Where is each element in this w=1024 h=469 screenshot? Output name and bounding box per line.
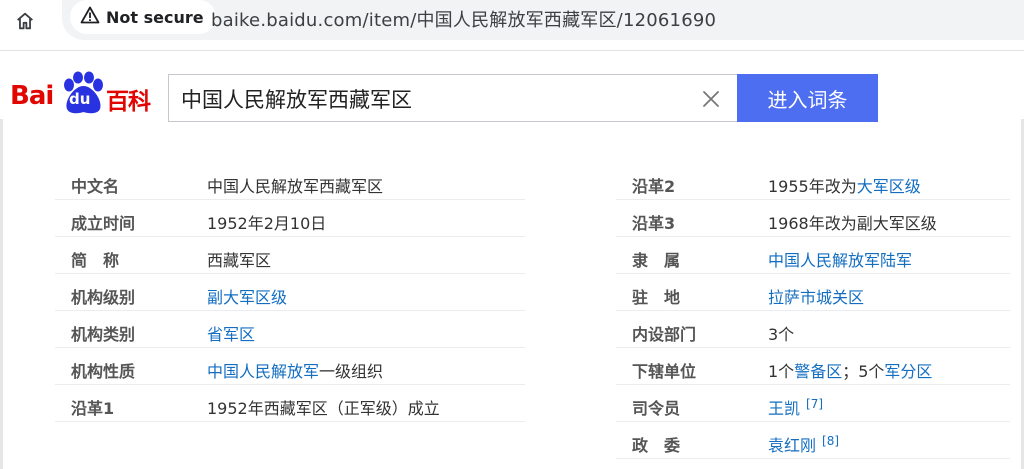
infobox-label: 隶 属: [632, 251, 681, 270]
infobox-text: 一级组织: [319, 362, 384, 381]
infobox-row: 沿革1 1952年西藏军区（正军级）成立: [55, 385, 525, 422]
security-label: Not secure: [106, 7, 204, 27]
infobox-row: 下辖单位 1个警备区；5个军分区: [616, 348, 1010, 385]
infobox-link[interactable]: 军分区: [884, 362, 932, 381]
infobox-link[interactable]: 袁红刚: [768, 436, 816, 455]
infobox-label: 中文名: [71, 177, 120, 196]
infobox-right-column: 沿革2 1955年改为大军区级沿革3 1968年改为副大军区级隶 属 中国人民解放军陆…: [616, 163, 1010, 459]
page-content: Bai du 百科 进入词条 中文名中国人民解放军西藏军区成立时间1952年2月…: [0, 51, 1024, 469]
infobox-link[interactable]: 拉萨市城关区: [768, 288, 864, 307]
infobox-value: 1个警备区；5个军分区: [768, 358, 932, 382]
infobox-text: ；5个: [842, 362, 885, 381]
infobox-value: 1955年改为大军区级: [768, 173, 921, 197]
infobox-row: 机构级别 副大军区级: [55, 274, 525, 311]
infobox-text: 1952年西藏军区（正军级）成立: [207, 399, 440, 418]
infobox-link[interactable]: 警备区: [794, 362, 842, 381]
home-icon[interactable]: [12, 8, 38, 34]
infobox-row: 驻 地 拉萨市城关区: [616, 274, 1010, 311]
infobox-value: 1952年2月10日: [207, 210, 326, 234]
infobox-value: 中国人民解放军西藏军区: [207, 173, 383, 197]
infobox-link[interactable]: 省军区: [207, 325, 255, 344]
infobox-row: 司令员 王凯 [7]: [616, 385, 1010, 422]
clear-icon[interactable]: [700, 88, 722, 110]
warning-icon: [80, 6, 100, 28]
infobox-row: 隶 属 中国人民解放军陆军: [616, 237, 1010, 274]
infobox-label: 沿革3: [632, 214, 676, 233]
citation-ref[interactable]: [8]: [822, 434, 839, 448]
logo-du-text: du: [69, 90, 91, 108]
infobox-text: 中国人民解放军西藏军区: [207, 177, 384, 196]
infobox-value: 中国人民解放军陆军: [768, 247, 912, 271]
infobox-text: 1955年改为: [768, 177, 857, 196]
infobox-label: 机构级别: [71, 288, 136, 307]
infobox-label: 机构类别: [71, 325, 136, 344]
infobox-text: 1952年2月10日: [207, 214, 327, 233]
infobox-value: 西藏军区: [207, 247, 271, 271]
infobox-value: 3个: [768, 321, 794, 345]
infobox-value: 王凯 [7]: [768, 395, 823, 419]
logo-bai-text: Bai: [10, 81, 54, 111]
infobox-row: 沿革3 1968年改为副大军区级: [616, 200, 1010, 237]
infobox-value: 1952年西藏军区（正军级）成立: [207, 395, 440, 419]
infobox-label: 政 委: [632, 436, 681, 455]
infobox-link[interactable]: 中国人民解放军陆军: [768, 251, 912, 270]
infobox-label: 下辖单位: [632, 362, 697, 381]
infobox-label: 内设部门: [632, 325, 697, 344]
infobox-row: 简 称 西藏军区: [55, 237, 525, 274]
infobox-label: 简 称: [71, 251, 120, 270]
infobox-row: 机构类别 省军区: [55, 311, 525, 348]
search-box: [168, 74, 738, 122]
infobox-link[interactable]: 大军区级: [857, 177, 921, 196]
search-input[interactable]: [181, 85, 681, 113]
infobox-row: 沿革2 1955年改为大军区级: [616, 163, 1010, 200]
infobox-row: 内设部门 3个: [616, 311, 1010, 348]
infobox-label: 驻 地: [632, 288, 681, 307]
infobox-row: 成立时间 1952年2月10日: [55, 200, 525, 237]
security-indicator[interactable]: Not secure: [70, 0, 216, 34]
infobox-value: 袁红刚 [8]: [768, 432, 839, 456]
infobox-link[interactable]: 副大军区级: [207, 288, 287, 307]
browser-toolbar: Not secure baike.baidu.com/item/中国人民解放军西…: [0, 0, 1024, 51]
infobox-row: 机构性质 中国人民解放军一级组织: [55, 348, 525, 385]
address-bar[interactable]: Not secure baike.baidu.com/item/中国人民解放军西…: [62, 0, 1024, 40]
citation-ref[interactable]: [7]: [806, 397, 823, 411]
infobox-value: 拉萨市城关区: [768, 284, 864, 308]
infobox-text: 3个: [768, 325, 795, 344]
infobox-text: 1个: [768, 362, 795, 381]
baidu-baike-logo[interactable]: Bai du 百科: [10, 71, 160, 115]
infobox-label: 成立时间: [71, 214, 136, 233]
infobox-value: 副大军区级: [207, 284, 287, 308]
infobox-row: 政 委 袁红刚 [8]: [616, 422, 1010, 459]
infobox-text: 1968年改为副大军区级: [768, 214, 937, 233]
infobox-link[interactable]: 中国人民解放军: [207, 362, 319, 381]
infobox-label: 司令员: [632, 399, 681, 418]
infobox-label: 机构性质: [71, 362, 136, 381]
infobox-value: 中国人民解放军一级组织: [207, 358, 383, 382]
logo-baike-text: 百科: [106, 89, 151, 115]
infobox-link[interactable]: 王凯: [768, 399, 800, 418]
infobox-label: 沿革2: [632, 177, 676, 196]
infobox-row: 中文名 中国人民解放军西藏军区: [55, 163, 525, 200]
infobox-text: 西藏军区: [207, 251, 272, 270]
infobox-label: 沿革1: [71, 399, 115, 418]
infobox-left-column: 中文名 中国人民解放军西藏军区 成立时间 1952年2月10日简 称 西藏军区 机构级别 副…: [55, 163, 525, 422]
enter-entry-button[interactable]: 进入词条: [737, 74, 878, 122]
infobox-value: 省军区: [207, 321, 255, 345]
infobox-value: 1968年改为副大军区级: [768, 210, 937, 234]
url-text[interactable]: baike.baidu.com/item/中国人民解放军西藏军区/1206169…: [211, 6, 716, 32]
